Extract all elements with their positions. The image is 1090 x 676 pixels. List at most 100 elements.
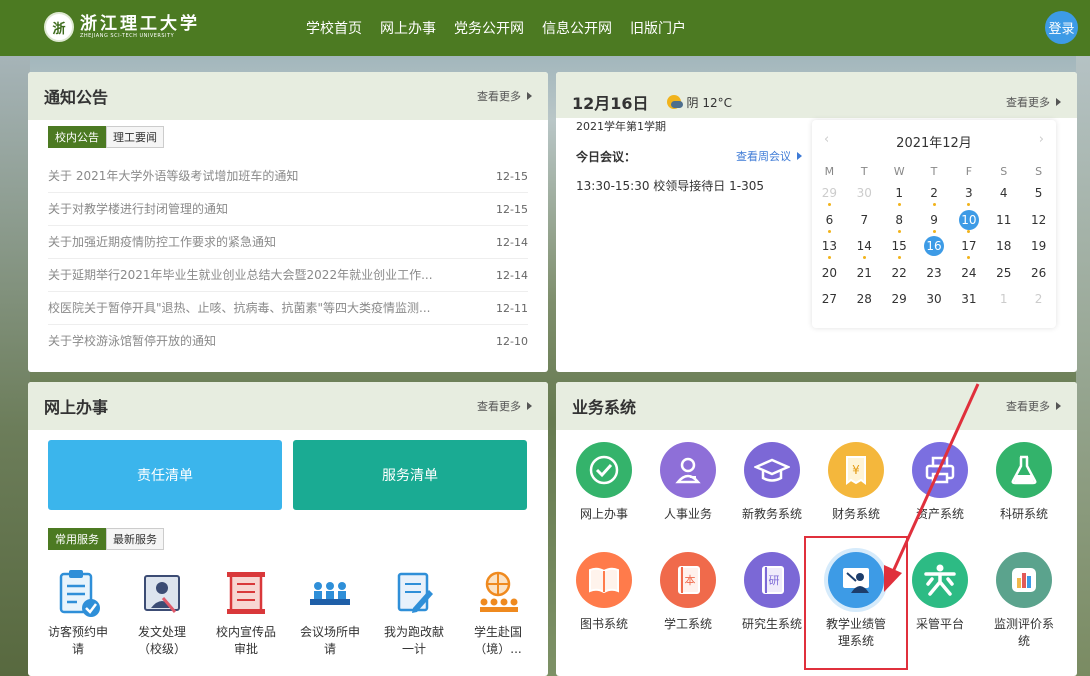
calendar-week: 29 30 1 2 3 4 5	[812, 180, 1056, 207]
nav-old-portal[interactable]: 旧版门户	[630, 18, 686, 38]
system-online-service[interactable]: 网上办事	[562, 442, 646, 523]
system-research[interactable]: 科研系统	[982, 442, 1066, 523]
system-student-affairs[interactable]: 本 学工系统	[646, 552, 730, 633]
tab-common-services[interactable]: 常用服务	[48, 528, 106, 550]
service-reform-suggestion[interactable]: 我为跑改献 一计	[372, 562, 456, 658]
calendar-day[interactable]: 30	[847, 183, 882, 203]
calendar-day[interactable]: 15	[882, 236, 917, 260]
arrow-right-icon	[797, 152, 802, 160]
service-publicity-approval[interactable]: 校内宣传品 审批	[204, 562, 288, 658]
calendar-day[interactable]: 12	[1021, 210, 1056, 230]
nav-party-affairs[interactable]: 党务公开网	[454, 18, 524, 38]
service-student-abroad[interactable]: 学生赴国 （境）...	[456, 562, 540, 658]
login-button[interactable]: 登录	[1045, 11, 1078, 44]
calendar-day-today[interactable]: 16	[917, 236, 952, 257]
calendar-day-selected[interactable]: 10	[951, 209, 986, 233]
university-logo[interactable]: 浙 浙江理工大学 ZHEJIANG SCI-TECH UNIVERSITY	[44, 12, 200, 42]
calendar-day[interactable]: 31	[951, 289, 986, 309]
document-person-icon	[137, 568, 187, 618]
tab-new-services[interactable]: 最新服务	[106, 528, 164, 550]
today-more-link[interactable]: 查看更多	[1006, 94, 1061, 110]
calendar: ‹ 2021年12月 › MTWTFSS 29 30 1 2 3 4 5 6 7…	[812, 120, 1056, 328]
calendar-day[interactable]: 7	[847, 210, 882, 230]
calendar-day[interactable]: 24	[951, 263, 986, 283]
system-procurement[interactable]: 采管平台	[898, 552, 982, 633]
calendar-day[interactable]: 26	[1021, 263, 1056, 283]
tab-news[interactable]: 理工要闻	[106, 126, 164, 148]
calendar-day[interactable]: 29	[812, 183, 847, 207]
calendar-day[interactable]: 3	[951, 183, 986, 207]
online-more-link[interactable]: 查看更多	[477, 398, 532, 414]
service-document-processing[interactable]: 发文处理 （校级）	[120, 562, 204, 658]
calendar-day[interactable]: 27	[812, 289, 847, 309]
calendar-prev-icon[interactable]: ‹	[824, 132, 829, 147]
calendar-day[interactable]: 17	[951, 236, 986, 260]
background-photo-left	[0, 56, 30, 676]
background-photo-right	[1076, 56, 1090, 676]
meeting-label: 今日会议：	[576, 150, 637, 164]
business-more-link[interactable]: 查看更多	[1006, 398, 1061, 414]
calendar-day[interactable]: 20	[812, 263, 847, 283]
week-meeting-link[interactable]: 查看周会议	[736, 148, 802, 164]
calendar-day[interactable]: 23	[917, 263, 952, 283]
today-card: 12月16日 阴 12°C 查看更多 2021学年第1学期 今日会议： 查看周会…	[556, 72, 1077, 372]
calendar-day[interactable]: 1	[882, 183, 917, 207]
calendar-day[interactable]: 30	[917, 289, 952, 309]
service-visitor-booking[interactable]: 访客预约申请	[36, 562, 120, 658]
notice-item[interactable]: 关于 2021年大学外语等级考试增加班车的通知 12-15	[48, 160, 528, 193]
notice-more-link[interactable]: 查看更多	[477, 88, 532, 104]
calendar-next-icon[interactable]: ›	[1039, 132, 1044, 147]
calendar-day[interactable]: 21	[847, 263, 882, 283]
meeting-room-icon	[305, 568, 355, 618]
calendar-day[interactable]: 22	[882, 263, 917, 283]
flask-icon	[996, 442, 1052, 498]
calendar-day[interactable]: 18	[986, 236, 1021, 256]
system-monitoring-evaluation[interactable]: 监测评价系统	[982, 552, 1066, 650]
notice-item[interactable]: 关于对教学楼进行封闭管理的通知 12-15	[48, 193, 528, 226]
top-bar: 浙 浙江理工大学 ZHEJIANG SCI-TECH UNIVERSITY 学校…	[0, 0, 1090, 56]
calendar-day[interactable]: 19	[1021, 236, 1056, 256]
svg-text:研: 研	[769, 574, 780, 587]
scroll-icon	[221, 568, 271, 618]
notice-item[interactable]: 关于学校游泳馆暂停开放的通知 12-10	[48, 325, 528, 358]
weather-info: 阴 12°C	[666, 94, 732, 111]
service-venue-booking[interactable]: 会议场所申请	[288, 562, 372, 658]
calendar-day[interactable]: 2	[917, 183, 952, 207]
notice-item[interactable]: 关于加强近期疫情防控工作要求的紧急通知 12-14	[48, 226, 528, 259]
notice-item[interactable]: 校医院关于暂停开具"退热、止咳、抗病毒、抗菌素"等四大类疫情监测... 12-11	[48, 292, 528, 325]
nav-online-service[interactable]: 网上办事	[380, 18, 436, 38]
system-hr[interactable]: 人事业务	[646, 442, 730, 523]
calendar-day[interactable]: 6	[812, 210, 847, 233]
calendar-day[interactable]: 2	[1021, 289, 1056, 309]
responsibility-list-button[interactable]: 责任清单	[48, 440, 282, 510]
calendar-day[interactable]: 5	[1021, 183, 1056, 203]
calendar-day[interactable]: 25	[986, 263, 1021, 283]
calendar-day[interactable]: 28	[847, 289, 882, 309]
sun-cloud-icon	[666, 95, 683, 109]
calendar-week: 20 21 22 23 24 25 26	[812, 260, 1056, 287]
calendar-day[interactable]: 11	[986, 210, 1021, 230]
calendar-day[interactable]: 13	[812, 236, 847, 260]
system-graduate[interactable]: 研 研究生系统	[730, 552, 814, 633]
system-finance[interactable]: ¥ 财务系统	[814, 442, 898, 523]
tab-campus-notice[interactable]: 校内公告	[48, 126, 106, 148]
logo-english-name: ZHEJIANG SCI-TECH UNIVERSITY	[80, 32, 175, 39]
calendar-day[interactable]: 1	[986, 289, 1021, 309]
calendar-day[interactable]: 29	[882, 289, 917, 309]
term-label: 2021学年第1学期	[576, 120, 666, 133]
nav-school-home[interactable]: 学校首页	[306, 18, 362, 38]
globe-people-icon	[473, 568, 523, 618]
arrow-right-icon	[1056, 402, 1061, 410]
system-academic-affairs[interactable]: 新教务系统	[730, 442, 814, 523]
meeting-item[interactable]: 13:30-15:30 校领导接待日 1-305	[576, 177, 764, 194]
system-assets[interactable]: 资产系统	[898, 442, 982, 523]
system-library[interactable]: 图书系统	[562, 552, 646, 633]
online-service-card: 网上办事 查看更多 责任清单 服务清单 常用服务 最新服务 访客预约申请 发文处…	[28, 382, 548, 676]
service-list-button[interactable]: 服务清单	[293, 440, 527, 510]
notice-item[interactable]: 关于延期举行2021年毕业生就业创业总结大会暨2022年就业创业工作... 12-…	[48, 259, 528, 292]
calendar-day[interactable]: 9	[917, 210, 952, 233]
calendar-day[interactable]: 4	[986, 183, 1021, 203]
calendar-day[interactable]: 8	[882, 210, 917, 233]
nav-info-disclosure[interactable]: 信息公开网	[542, 18, 612, 38]
calendar-day[interactable]: 14	[847, 236, 882, 260]
